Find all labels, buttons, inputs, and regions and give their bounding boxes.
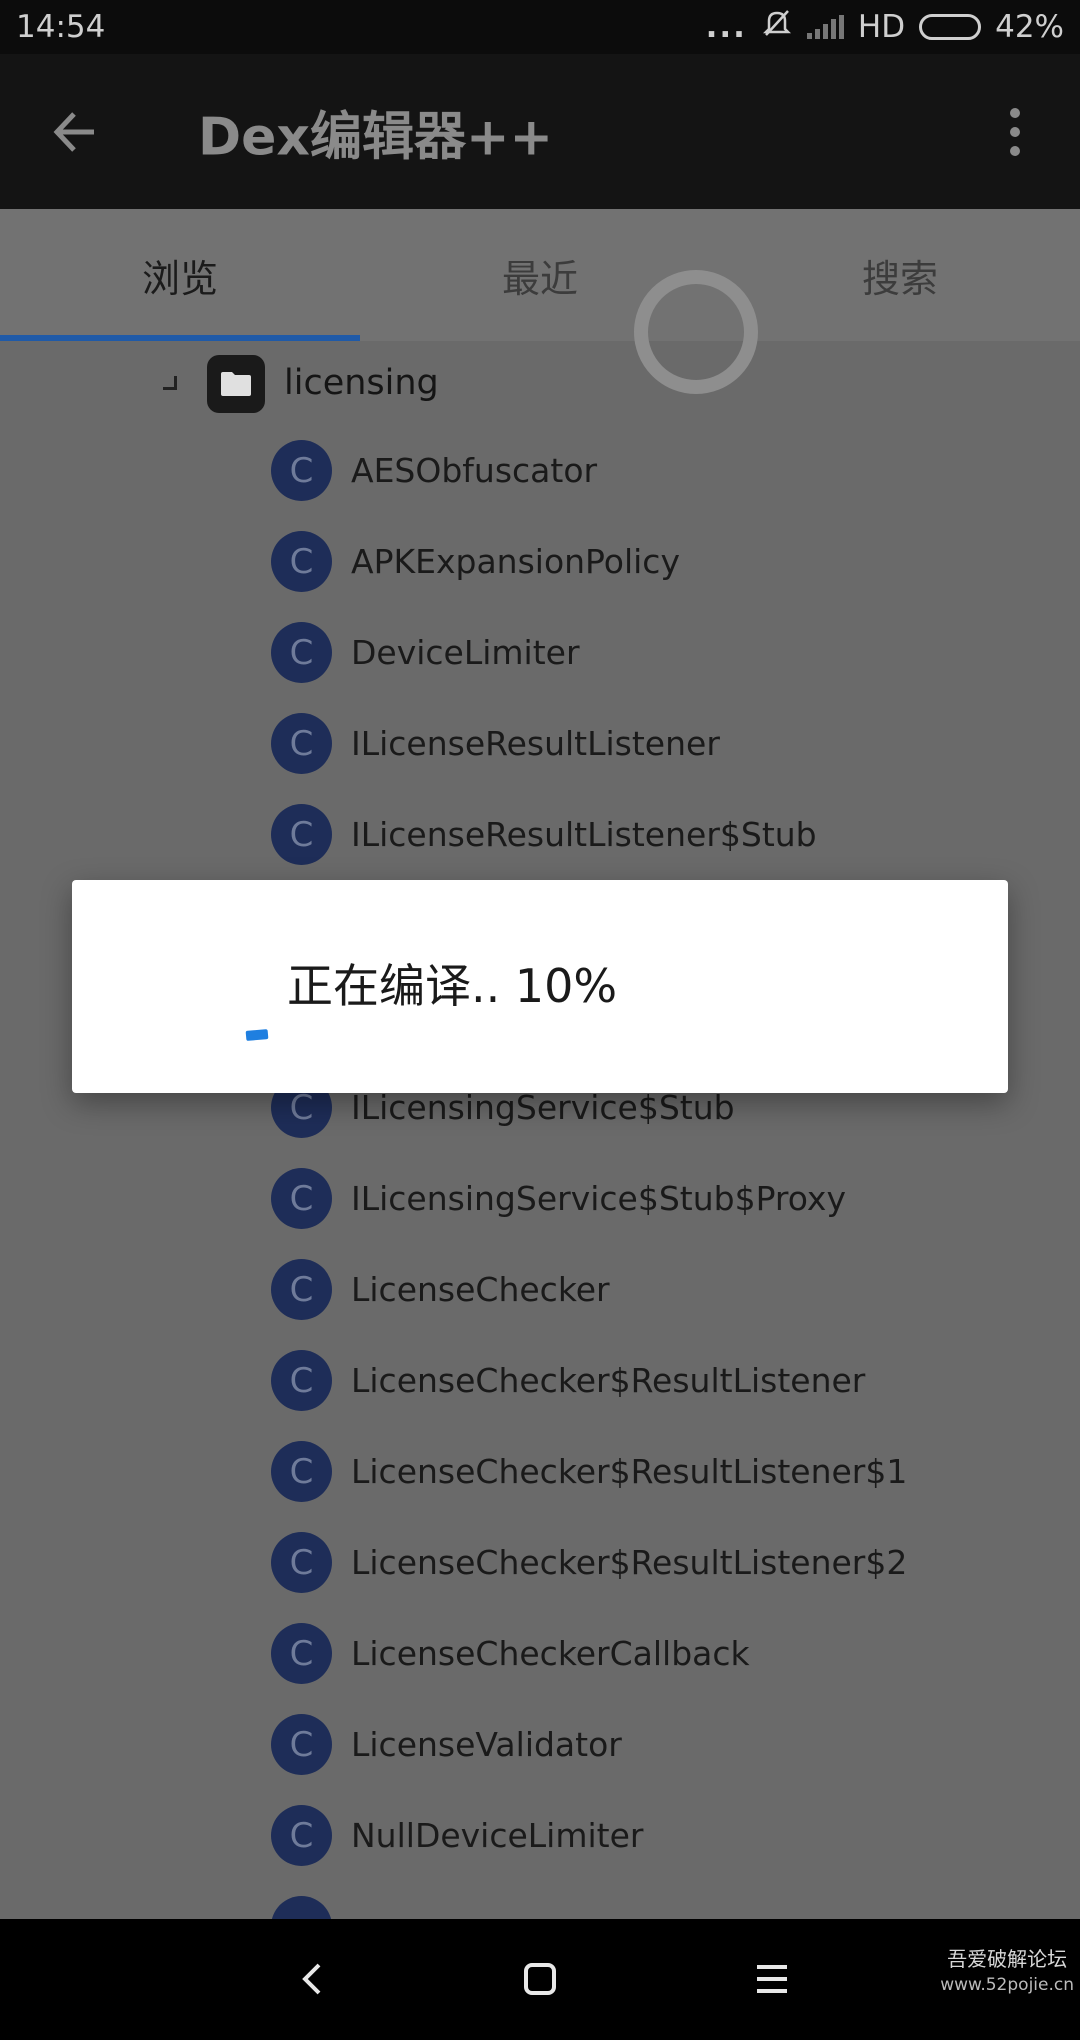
class-icon: C [271,713,332,774]
class-item[interactable]: C NullDeviceLimiter [0,1790,1080,1881]
class-icon [271,1896,332,1919]
watermark: 吾爱破解论坛 www.52pojie.cn [940,1946,1074,1998]
class-icon: C [271,1532,332,1593]
watermark-url: www.52pojie.cn [940,1975,1074,1995]
class-icon: C [271,804,332,865]
watermark-name: 吾爱破解论坛 [947,1947,1068,1971]
class-item[interactable]: C LicenseValidator [0,1699,1080,1790]
app-title: Dex编辑器++ [198,107,554,167]
more-vert-icon[interactable] [990,97,1040,167]
class-item[interactable]: C DeviceLimiter [0,607,1080,698]
status-indicators: ... HD 42% [706,7,1064,47]
class-icon: C [271,1168,332,1229]
class-label: LicenseCheckerCallback [351,1634,750,1673]
signal-icon [806,15,844,39]
network-type: HD [857,9,906,45]
progress-text: 正在编译.. 10% [287,959,618,1013]
status-bar: 14:54 ... HD 42% [0,0,1080,54]
class-label: LicenseChecker$ResultListener$2 [351,1543,908,1582]
class-item[interactable]: C APKExpansionPolicy [0,516,1080,607]
class-icon: C [271,440,332,501]
class-icon: C [271,1623,332,1684]
tree-branch-icon [163,376,177,390]
class-label: ILicensingService$Stub$Proxy [351,1179,846,1218]
refresh-spinner-icon [634,270,758,394]
class-icon: C [271,1350,332,1411]
file-tree[interactable]: licensing C AESObfuscator C APKExpansion… [0,341,1080,1919]
class-item[interactable]: C ILicensingService$Stub$Proxy [0,1153,1080,1244]
class-icon: C [271,531,332,592]
status-time: 14:54 [16,9,106,45]
class-label: LicenseChecker$ResultListener [351,1361,866,1400]
battery-percent: 42% [995,9,1064,45]
nav-home-icon[interactable] [510,1949,570,2009]
tab-search[interactable]: 搜索 [720,209,1080,341]
arrow-back-icon[interactable] [40,97,110,167]
tab-bar: 浏览 最近 搜索 [0,209,1080,341]
class-icon: C [271,1805,332,1866]
tab-browse[interactable]: 浏览 [0,209,360,341]
class-item[interactable]: C ILicenseResultListener$Stub [0,789,1080,880]
class-item[interactable]: C LicenseChecker$ResultListener$2 [0,1517,1080,1608]
class-label: ILicensingService$Stub [351,1088,735,1127]
app-bar: Dex编辑器++ [0,54,1080,209]
progress-dialog: 正在编译.. 10% [72,880,1008,1093]
class-icon: C [271,622,332,683]
class-label: ILicenseResultListener [351,724,720,763]
class-label: LicenseChecker$ResultListener$1 [351,1452,908,1491]
class-label: LicenseChecker [351,1270,610,1309]
folder-label: licensing [284,363,439,403]
class-icon: C [271,1441,332,1502]
class-icon: C [271,1259,332,1320]
nav-back-icon[interactable] [283,1949,343,2009]
screen: 14:54 ... HD 42% Dex编辑器++ 浏览 最近 搜索 licen… [0,0,1080,2040]
class-item[interactable]: C LicenseChecker [0,1244,1080,1335]
class-label: AESObfuscator [351,451,598,490]
class-list: C AESObfuscator C APKExpansionPolicy C D… [0,425,1080,1919]
progress-spinner-icon [245,1029,269,1041]
class-item[interactable]: C LicenseChecker$ResultListener$1 [0,1426,1080,1517]
mute-vibrate-icon [761,7,793,47]
folder-row[interactable]: licensing [0,341,1080,425]
class-item[interactable]: C AESObfuscator [0,425,1080,516]
class-item[interactable]: C ILicenseResultListener [0,698,1080,789]
battery-icon [919,14,982,40]
navigation-bar [0,1919,1080,2040]
class-label: APKExpansionPolicy [351,542,680,581]
notification-dots: ... [705,9,747,45]
class-item[interactable]: C LicenseChecker$ResultListener [0,1335,1080,1426]
class-label: NullDeviceLimiter [351,1816,644,1855]
class-label: DeviceLimiter [351,633,580,672]
class-label: ILicenseResultListener$Stub [351,815,817,854]
nav-menu-icon[interactable] [742,1949,802,2009]
class-icon: C [271,1714,332,1775]
class-item[interactable]: C LicenseCheckerCallback [0,1608,1080,1699]
folder-icon [207,355,265,413]
class-item-partial[interactable] [0,1881,1080,1919]
class-label: LicenseValidator [351,1725,622,1764]
